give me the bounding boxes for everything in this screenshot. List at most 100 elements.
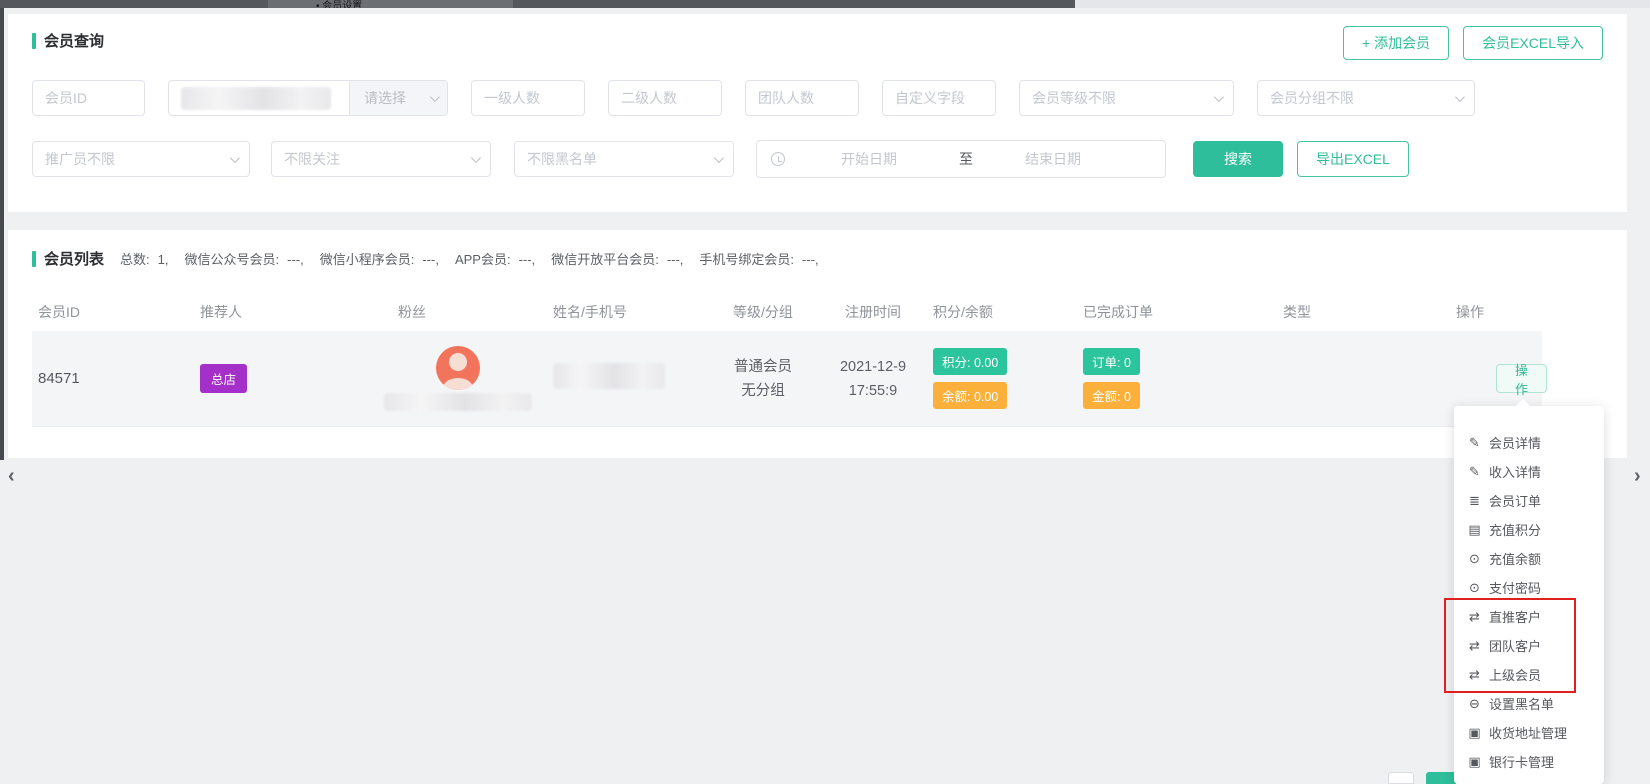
member-group-value: 会员分组不限 xyxy=(1270,88,1354,108)
menu-item-pay-password[interactable]: ⊙支付密码 xyxy=(1454,573,1604,602)
col-level-group: 等级/分组 xyxy=(698,302,828,322)
excel-import-button[interactable]: 会员EXCEL导入 xyxy=(1463,26,1603,60)
promoter-select[interactable]: 推广员不限 xyxy=(32,141,250,177)
col-register-time: 注册时间 xyxy=(828,302,918,322)
member-group-value: 无分组 xyxy=(698,379,828,403)
scroll-right-arrow[interactable]: › xyxy=(1634,466,1641,486)
menu-item-recharge-balance[interactable]: ⊙充值余额 xyxy=(1454,544,1604,573)
table-header: 会员ID 推荐人 粉丝 姓名/手机号 等级/分组 注册时间 积分/余额 已完成订… xyxy=(32,293,1542,331)
transfer-icon: ⇄ xyxy=(1467,638,1482,654)
bank-card-icon: ▣ xyxy=(1467,754,1482,770)
col-fans: 粉丝 xyxy=(388,302,528,322)
truck-icon: ▣ xyxy=(1467,725,1482,741)
balance-badge: 余额: 0.00 xyxy=(933,382,1007,409)
action-menu-list: ✎会员详情 ✎收入详情 ≣会员订单 ▤充值积分 ⊙充值余额 ⊙支付密码 ⇄直推客… xyxy=(1454,406,1604,776)
pagination-page-button[interactable] xyxy=(1426,772,1456,784)
search-button[interactable]: 搜索 xyxy=(1193,141,1283,177)
title-accent-bar xyxy=(32,33,36,49)
action-dropdown-menu: ✎会员详情 ✎收入详情 ≣会员订单 ▤充值积分 ⊙充值余额 ⊙支付密码 ⇄直推客… xyxy=(1454,406,1604,784)
filter-row-1: 请选择 会员等级不限 会员分组不限 xyxy=(32,80,1475,116)
add-member-button[interactable]: + 添加会员 xyxy=(1343,26,1449,60)
promoter-value: 推广员不限 xyxy=(45,149,115,169)
card-icon: ▤ xyxy=(1467,522,1482,538)
stat-wechat-mini: 微信小程序会员:---, xyxy=(320,249,439,268)
col-referrer: 推荐人 xyxy=(188,302,388,322)
list-card-title: 会员列表 xyxy=(44,248,104,269)
menu-item-team-customers[interactable]: ⇄团队客户 xyxy=(1454,631,1604,660)
query-card-actions: + 添加会员 会员EXCEL导入 xyxy=(1343,26,1603,60)
menu-item-recharge-points[interactable]: ▤充值积分 xyxy=(1454,515,1604,544)
custom-field-input[interactable] xyxy=(882,80,996,116)
referrer-badge: 总店 xyxy=(200,364,247,393)
edit-icon: ✎ xyxy=(1467,435,1482,451)
list-icon: ≣ xyxy=(1467,493,1482,509)
col-type: 类型 xyxy=(1268,302,1418,322)
keyword-compound-input[interactable]: 请选择 xyxy=(168,80,448,116)
team-count-input[interactable] xyxy=(745,80,859,116)
menu-item-bank-card[interactable]: ▣银行卡管理 xyxy=(1454,747,1604,776)
window-top-strip-light xyxy=(1075,0,1650,8)
redacted-fans-name xyxy=(384,393,532,411)
filter-row-2: 推广员不限 不限关注 不限黑名单 开始日期 至 结束日期 搜索 导出EXCEL xyxy=(32,140,1409,178)
row-action-button[interactable]: 操作 xyxy=(1496,364,1547,393)
chevron-down-icon xyxy=(430,92,440,102)
register-time: 17:55:9 xyxy=(828,379,918,403)
start-date-placeholder[interactable]: 开始日期 xyxy=(841,149,897,169)
level1-count-input[interactable] xyxy=(471,80,585,116)
title-accent-bar xyxy=(32,251,36,267)
date-range-to-label: 至 xyxy=(959,149,973,169)
referrer-cell: 总店 xyxy=(188,364,388,393)
points-balance-cell: 积分: 0.00 余额: 0.00 xyxy=(918,348,1068,409)
member-level-select[interactable]: 会员等级不限 xyxy=(1019,80,1234,116)
blacklist-select[interactable]: 不限黑名单 xyxy=(514,141,734,177)
scroll-left-arrow[interactable]: ‹ xyxy=(8,466,15,486)
menu-item-shipping-address[interactable]: ▣收货地址管理 xyxy=(1454,718,1604,747)
coin-icon: ⊙ xyxy=(1467,580,1482,596)
stat-phone-bound: 手机号绑定会员:---, xyxy=(699,249,818,268)
pagination-prev-button[interactable] xyxy=(1388,772,1414,784)
col-name-phone: 姓名/手机号 xyxy=(528,302,698,322)
col-member-id: 会员ID xyxy=(32,302,188,322)
keyword-type-select[interactable]: 请选择 xyxy=(349,81,447,115)
chevron-down-icon xyxy=(471,153,481,163)
follow-select[interactable]: 不限关注 xyxy=(271,141,491,177)
level-group-cell: 普通会员 无分组 xyxy=(698,355,828,403)
window-tab-label: • 会员设置 xyxy=(316,0,362,8)
export-excel-button[interactable]: 导出EXCEL xyxy=(1297,141,1409,177)
member-id-input[interactable] xyxy=(32,80,145,116)
member-stats: 总数:1, 微信公众号会员:---, 微信小程序会员:---, APP会员:--… xyxy=(120,249,835,268)
level2-count-input[interactable] xyxy=(608,80,722,116)
redacted-name-phone xyxy=(553,363,665,389)
menu-item-parent-member[interactable]: ⇄上级会员 xyxy=(1454,660,1604,689)
end-date-placeholder[interactable]: 结束日期 xyxy=(1025,149,1081,169)
col-points-balance: 积分/余额 xyxy=(918,302,1068,322)
menu-item-member-detail[interactable]: ✎会员详情 xyxy=(1454,428,1604,457)
blacklist-value: 不限黑名单 xyxy=(527,149,597,169)
window-left-edge xyxy=(0,8,4,460)
member-group-select[interactable]: 会员分组不限 xyxy=(1257,80,1475,116)
orders-badge: 订单: 0 xyxy=(1083,348,1140,375)
transfer-icon: ⇄ xyxy=(1467,667,1482,683)
keyword-type-value: 请选择 xyxy=(364,88,406,108)
stat-wechat-open: 微信开放平台会员:---, xyxy=(551,249,683,268)
actions-cell: 操作 xyxy=(1418,364,1542,393)
menu-item-income-detail[interactable]: ✎收入详情 xyxy=(1454,457,1604,486)
menu-item-direct-customers[interactable]: ⇄直推客户 xyxy=(1454,602,1604,631)
stat-app: APP会员:---, xyxy=(455,249,535,268)
coin-icon: ⊙ xyxy=(1467,551,1482,567)
menu-item-set-blacklist[interactable]: ⊖设置黑名单 xyxy=(1454,689,1604,718)
chevron-down-icon xyxy=(1214,92,1224,102)
chevron-down-icon xyxy=(714,153,724,163)
edit-icon: ✎ xyxy=(1467,464,1482,480)
col-completed-orders: 已完成订单 xyxy=(1068,302,1268,322)
col-actions: 操作 xyxy=(1418,302,1542,322)
date-range-picker[interactable]: 开始日期 至 结束日期 xyxy=(756,140,1166,178)
menu-item-member-orders[interactable]: ≣会员订单 xyxy=(1454,486,1604,515)
transfer-icon: ⇄ xyxy=(1467,609,1482,625)
member-level-value: 会员等级不限 xyxy=(1032,88,1116,108)
clock-icon xyxy=(771,152,785,166)
name-phone-cell xyxy=(528,363,698,394)
keyword-input[interactable] xyxy=(169,81,349,115)
member-id-value: 84571 xyxy=(32,370,188,387)
member-list-card: 会员列表 总数:1, 微信公众号会员:---, 微信小程序会员:---, APP… xyxy=(8,230,1627,458)
